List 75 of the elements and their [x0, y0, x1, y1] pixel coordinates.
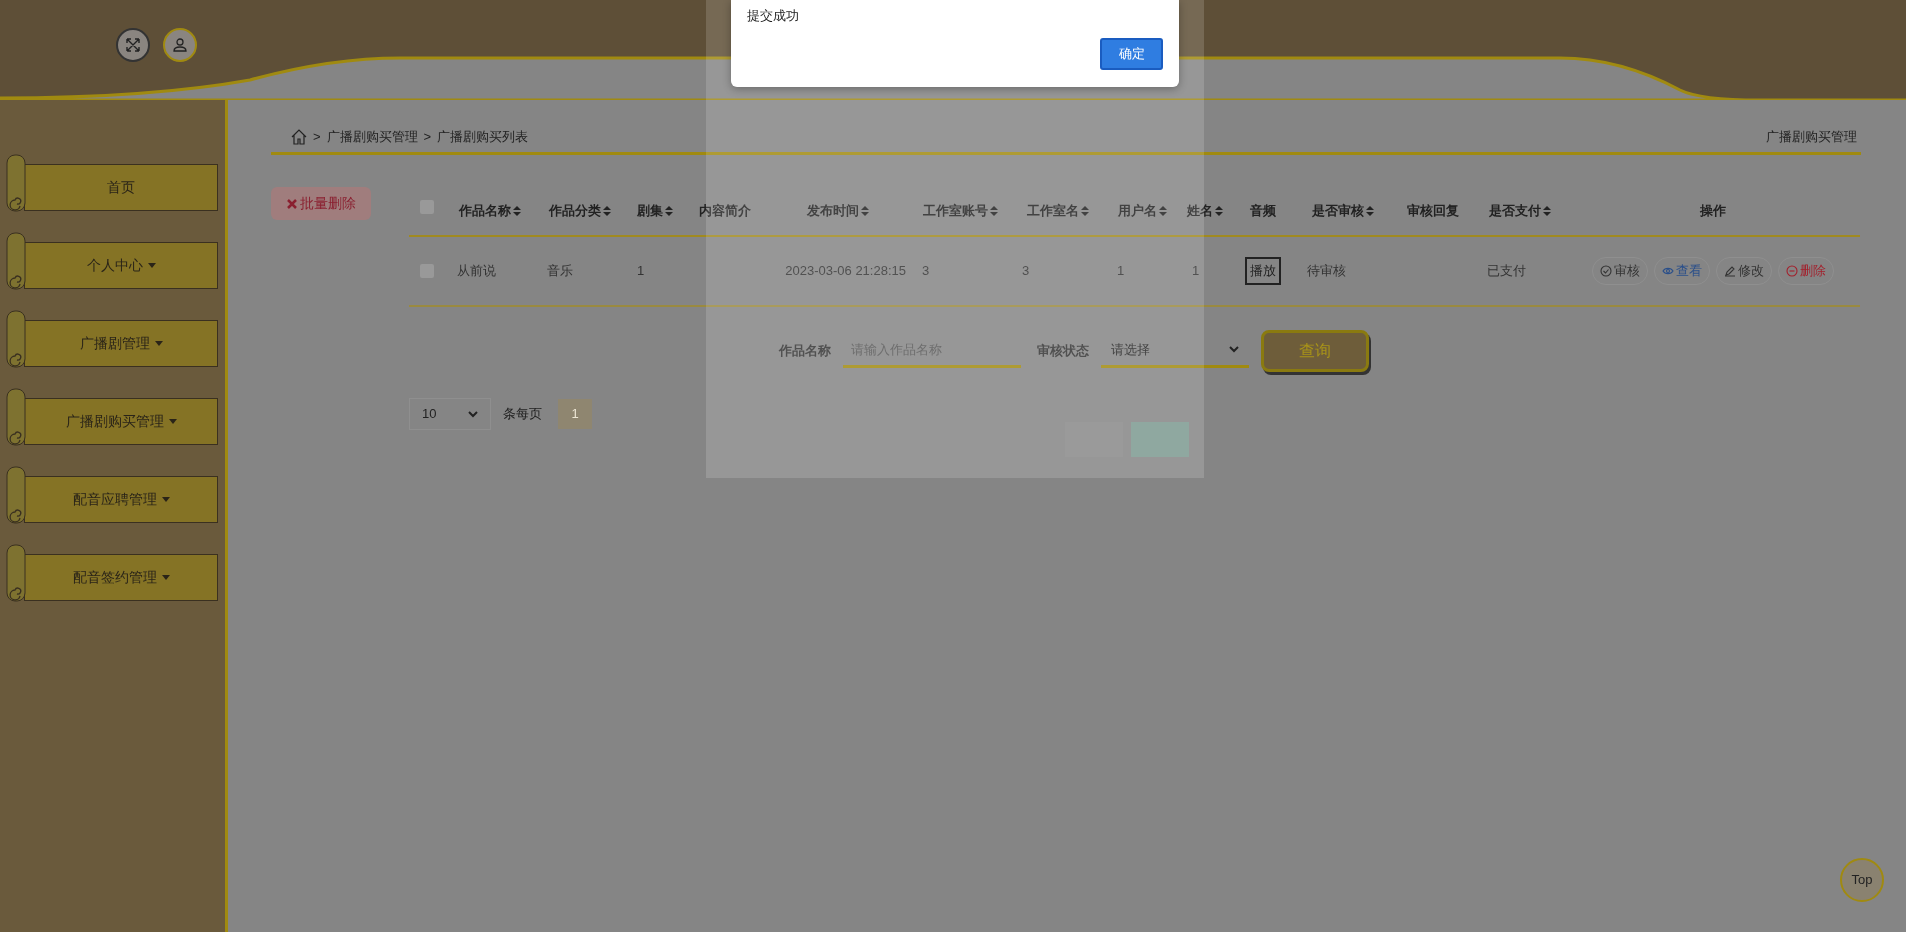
user-icon	[172, 37, 188, 53]
sidebar-item[interactable]: 广播剧管理	[24, 319, 218, 367]
column-header[interactable]: 剧集	[637, 201, 663, 221]
page-title: 广播剧购买管理	[1766, 128, 1857, 147]
column-header[interactable]: 作品名称	[459, 201, 511, 221]
eye-icon	[1661, 265, 1674, 277]
home-icon[interactable]	[291, 129, 307, 145]
table-cell-text: 3	[922, 262, 930, 281]
expand-arrows-icon	[125, 37, 141, 53]
ok-button[interactable]: 确定	[1100, 38, 1163, 70]
breadcrumb-separator: >	[313, 128, 321, 147]
column-header[interactable]: 姓名	[1187, 201, 1213, 221]
sidebar-item[interactable]: 广播剧购买管理	[24, 397, 218, 445]
sidebar-item[interactable]: 首页	[24, 163, 218, 211]
column-header: 音频	[1249, 202, 1276, 221]
per-page-label: 条每页	[503, 405, 542, 424]
table-cell-text: 待审核	[1307, 262, 1346, 281]
table-cell-text: 1	[1192, 262, 1200, 281]
column-header[interactable]: 工作室名	[1026, 201, 1079, 221]
sidebar-item[interactable]: 个人中心	[24, 241, 218, 289]
field-label: 审核状态	[1037, 342, 1089, 361]
minus-circle-icon	[1785, 265, 1798, 277]
sort-icon[interactable]	[1365, 206, 1374, 216]
page-button[interactable]: 1	[558, 399, 592, 429]
scroll-icon	[6, 232, 26, 290]
sort-icon[interactable]	[989, 206, 998, 216]
scroll-icon	[6, 388, 26, 446]
column-header: 内容简介	[699, 202, 751, 221]
sort-icon[interactable]	[1080, 206, 1089, 216]
check-circle-icon	[1599, 265, 1612, 277]
sort-icon[interactable]	[860, 206, 869, 216]
column-header[interactable]: 用户名	[1118, 201, 1157, 221]
sort-icon[interactable]	[513, 206, 521, 216]
status-select[interactable]: 请选择	[1101, 334, 1249, 368]
table-cell-text: 1	[637, 262, 645, 281]
sort-icon[interactable]	[1215, 206, 1223, 216]
fullscreen-button[interactable]	[116, 28, 150, 62]
sort-icon[interactable]	[665, 206, 673, 216]
table-cell-text: 音乐	[547, 262, 573, 281]
pencil-icon	[1723, 265, 1736, 277]
column-header[interactable]: 发布时间	[806, 201, 859, 221]
column-header: 审核回复	[1406, 202, 1459, 221]
breadcrumb-item[interactable]: 广播剧购买管理	[326, 127, 418, 147]
table-cell-text: 1	[1117, 262, 1125, 281]
chevron-down-icon	[1229, 346, 1239, 353]
column-header: 操作	[1699, 202, 1726, 221]
page-size-select[interactable]: 10	[409, 398, 491, 430]
table-cell-text: 从前说	[457, 262, 496, 281]
batch-delete-button[interactable]: 批量删除	[271, 187, 371, 220]
back-to-top-button[interactable]: Top	[1840, 858, 1884, 902]
user-button[interactable]	[163, 28, 197, 62]
table-cell-text: 已支付	[1487, 262, 1526, 281]
breadcrumb-separator: >	[423, 128, 432, 147]
sort-icon[interactable]	[1543, 206, 1551, 216]
alert-message: 提交成功	[747, 7, 799, 25]
column-header[interactable]: 是否审核	[1311, 201, 1364, 221]
scroll-icon	[6, 154, 26, 212]
table-cell-text: 2023-03-06 21:28:15	[785, 262, 906, 281]
table-cell-text: 3	[1022, 262, 1030, 281]
column-header[interactable]: 是否支付	[1489, 201, 1541, 221]
close-icon	[286, 198, 297, 209]
sort-icon[interactable]	[603, 206, 611, 216]
field-label: 作品名称	[779, 342, 831, 361]
scroll-icon	[6, 466, 26, 524]
chevron-down-icon	[468, 410, 478, 418]
scroll-icon	[6, 310, 26, 368]
search-button[interactable]: 查询	[1261, 330, 1369, 372]
scroll-icon	[6, 544, 26, 602]
sidebar-item[interactable]: 配音应聘管理	[24, 475, 218, 523]
breadcrumb-item: 广播剧购买列表	[437, 128, 529, 147]
play-button[interactable]: 播放	[1244, 257, 1281, 285]
column-header[interactable]: 工作室账号	[922, 201, 988, 221]
column-header[interactable]: 作品分类	[549, 201, 601, 221]
sidebar-item[interactable]: 配音签约管理	[24, 553, 218, 601]
sort-icon[interactable]	[1159, 206, 1167, 216]
